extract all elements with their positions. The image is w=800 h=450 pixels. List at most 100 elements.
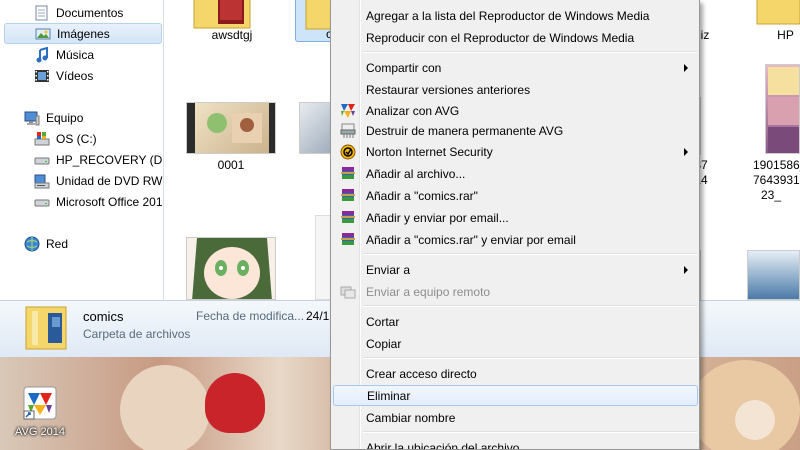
menu-item-restore-versions[interactable]: Restaurar versiones anteriores (333, 79, 698, 100)
context-menu: Agregar a la lista del Reproductor de Wi… (330, 0, 700, 450)
music-icon (34, 46, 50, 63)
item-label: HP (777, 28, 794, 42)
nav-item-label: HP_RECOVERY (D:) (56, 152, 164, 167)
menu-item-scan-avg[interactable]: Analizar con AVG (333, 100, 698, 121)
drive-icon (34, 194, 50, 210)
thumbnail-comic-1901586[interactable] (765, 64, 800, 154)
nav-item-imagenes[interactable]: Imágenes (4, 23, 162, 44)
menu-item-add-comics-rar-and-email[interactable]: Añadir a "comics.rar" y enviar por email (333, 229, 698, 250)
menu-item-label: Cambiar nombre (366, 410, 456, 425)
menu-item-rename[interactable]: Cambiar nombre (333, 407, 698, 428)
nav-item-label: Vídeos (56, 68, 94, 83)
item-label: 1901586_ (753, 158, 800, 172)
menu-item-copy[interactable]: Copiar (333, 333, 698, 354)
item-label: 0001 (217, 158, 245, 172)
nav-item-videos[interactable]: Vídeos (34, 65, 93, 86)
menu-item-label: Crear acceso directo (366, 366, 477, 381)
menu-item-send-to[interactable]: Enviar a (333, 259, 698, 280)
menu-separator (363, 51, 697, 53)
details-type: Carpeta de archivos (83, 327, 191, 341)
menu-item-label: Norton Internet Security (366, 144, 493, 159)
menu-item-label: Abrir la ubicación del archivo (366, 440, 520, 450)
drive-icon (34, 152, 50, 168)
avg-icon (20, 383, 60, 423)
folder-hp[interactable] (755, 0, 800, 30)
nav-item-os-c[interactable]: OS (C:) (34, 128, 97, 149)
menu-item-play-with-wmp[interactable]: Reproducir con el Reproductor de Windows… (333, 27, 698, 48)
menu-separator (363, 305, 697, 307)
nav-item-hp-recovery[interactable]: HP_RECOVERY (D:) (34, 149, 164, 170)
menu-item-send-to-remote[interactable]: Enviar a equipo remoto (333, 281, 698, 302)
menu-item-add-and-email[interactable]: Añadir y enviar por email... (333, 207, 698, 228)
menu-item-label: Eliminar (367, 388, 411, 403)
nav-item-documentos[interactable]: Documentos (34, 2, 123, 23)
winrar-icon (340, 232, 356, 248)
computer-icon (24, 110, 40, 126)
nav-item-office[interactable]: Microsoft Office 201 (34, 191, 163, 212)
winrar-icon (340, 166, 356, 182)
desktop-icon-label: AVG 2014 (15, 426, 65, 438)
menu-item-cut[interactable]: Cortar (333, 311, 698, 332)
winrar-icon (340, 188, 356, 204)
thumbnail-anime[interactable] (186, 237, 276, 300)
nav-item-label: Microsoft Office 201 (56, 194, 163, 209)
menu-item-add-to-archive[interactable]: Añadir al archivo... (333, 163, 698, 184)
menu-item-label: Agregar a la lista del Reproductor de Wi… (366, 8, 650, 23)
menu-item-label: Reproducir con el Reproductor de Windows… (366, 30, 635, 45)
videos-icon (34, 68, 50, 84)
avg-icon (340, 103, 356, 119)
documents-icon (34, 5, 50, 21)
submenu-arrow-icon (684, 147, 688, 156)
item-label: awsdtgj (211, 28, 253, 42)
menu-item-label: Destruir de manera permanente AVG (366, 123, 564, 138)
avg-desktop-shortcut[interactable]: AVG 2014 (8, 383, 72, 438)
nav-item-label: Documentos (56, 5, 124, 20)
menu-item-label: Compartir con (366, 60, 442, 75)
nav-item-label: OS (C:) (56, 131, 97, 146)
navigation-pane[interactable]: Documentos Imágenes Música Vídeos Equipo (0, 0, 164, 300)
details-date-label: Fecha de modifica... (196, 309, 305, 323)
nav-item-equipo[interactable]: Equipo (24, 107, 83, 128)
menu-item-label: Analizar con AVG (366, 103, 460, 118)
menu-item-delete[interactable]: Eliminar (333, 385, 698, 406)
folder-large-icon (24, 303, 70, 351)
menu-item-label: Añadir al archivo... (366, 166, 466, 181)
submenu-arrow-icon (684, 265, 688, 274)
details-name: comics (83, 309, 124, 324)
menu-item-norton[interactable]: Norton Internet Security (333, 141, 698, 162)
menu-item-label: Restaurar versiones anteriores (366, 82, 531, 97)
dvd-drive-icon (34, 173, 50, 189)
menu-item-shred-avg[interactable]: Destruir de manera permanente AVG (333, 120, 698, 141)
remote-computer-icon (340, 284, 356, 300)
menu-item-label: Enviar a equipo remoto (366, 284, 491, 299)
menu-item-label: Cortar (366, 314, 400, 329)
item-label: 23_ (761, 188, 782, 202)
nav-item-label: Música (56, 47, 95, 62)
menu-item-open-file-location[interactable]: Abrir la ubicación del archivo (333, 437, 698, 450)
folder-awsdtgj[interactable] (192, 0, 252, 30)
menu-item-add-to-comics-rar[interactable]: Añadir a "comics.rar" (333, 185, 698, 206)
menu-separator (363, 431, 697, 433)
menu-item-label: Añadir a "comics.rar" y enviar por email (366, 232, 576, 247)
menu-item-share-with[interactable]: Compartir con (333, 57, 698, 78)
thumbnail-0001[interactable] (186, 102, 276, 154)
nav-item-musica[interactable]: Música (34, 44, 94, 65)
menu-item-label: Añadir a "comics.rar" (366, 188, 478, 203)
nav-item-dvd[interactable]: Unidad de DVD RW ( (34, 170, 163, 191)
wallpaper-heart (205, 373, 265, 433)
nav-item-red[interactable]: Red (24, 233, 68, 254)
winrar-icon (340, 210, 356, 226)
nav-item-label: Equipo (46, 110, 84, 125)
menu-separator (363, 357, 697, 359)
drive-os-icon (34, 131, 50, 147)
network-icon (24, 236, 40, 252)
nav-item-label: Imágenes (57, 26, 110, 41)
norton-icon (340, 144, 356, 160)
menu-item-add-to-wmp-list[interactable]: Agregar a la lista del Reproductor de Wi… (333, 5, 698, 26)
submenu-arrow-icon (684, 63, 688, 72)
item-label: 764393191 (753, 173, 800, 187)
pictures-icon (35, 26, 51, 42)
menu-item-label: Enviar a (366, 262, 411, 277)
menu-item-create-shortcut[interactable]: Crear acceso directo (333, 363, 698, 384)
thumbnail-screenshot-2[interactable] (747, 250, 800, 300)
